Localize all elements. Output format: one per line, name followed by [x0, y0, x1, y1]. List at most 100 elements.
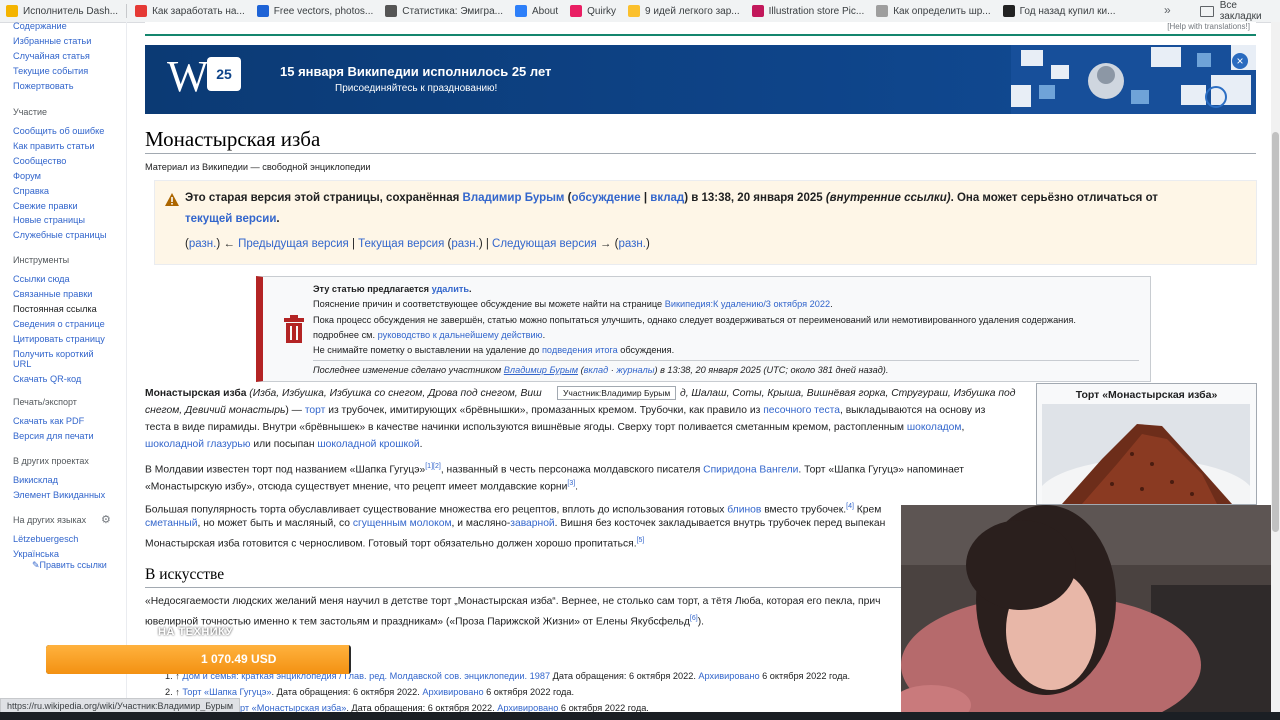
ref-link[interactable]: [1]	[425, 463, 433, 470]
sidebar-link[interactable]: Українська	[13, 549, 59, 559]
condensed-milk-link[interactable]: сгущенным молоком	[353, 518, 452, 529]
last-editor-link[interactable]: Владимир Бурым	[504, 365, 578, 375]
para2-line1: В Молдавии известен торт под названием «…	[145, 460, 964, 477]
favicon-icon	[6, 5, 18, 17]
sidebar-link[interactable]: Викисклад	[13, 475, 58, 485]
bookmark-item[interactable]: Как определить шр...	[870, 0, 996, 22]
sidebar-link[interactable]: Постоянная ссылка	[13, 304, 97, 314]
banner-title: 15 января Википедии исполнилось 25 лет	[280, 64, 552, 79]
scrollbar-thumb[interactable]	[1272, 132, 1279, 532]
sidebar-link[interactable]: Скачать как PDF	[13, 416, 84, 426]
custard-link[interactable]: заварной	[510, 518, 554, 529]
banner-subtitle[interactable]: Присоединяйтесь к празднованию!	[335, 83, 497, 94]
contrib-link[interactable]: вклад	[584, 365, 609, 375]
sidebar-link[interactable]: Получить короткий	[13, 349, 94, 359]
logs-link[interactable]: журналы	[616, 365, 654, 375]
sidebar-link[interactable]: Пожертвовать	[13, 81, 74, 91]
sour-cream-link[interactable]: сметанный	[145, 518, 197, 529]
reference-item: 2. ↑ Торт «Шапка Гугуцэ». Дата обращения…	[165, 687, 574, 697]
notice-text: .	[276, 213, 280, 225]
tort-link[interactable]: торт	[305, 405, 326, 416]
scrollbar[interactable]	[1271, 22, 1280, 712]
bookmark-item[interactable]: Quirky	[564, 0, 622, 22]
user-link[interactable]: Владимир Бурым	[463, 192, 565, 204]
favicon-icon	[515, 5, 527, 17]
edit-links-link[interactable]: ✎Править ссылки	[32, 560, 107, 571]
notice-italic: (внутренние ссылки)	[825, 192, 951, 204]
gear-icon[interactable]: ⚙	[101, 515, 112, 526]
sidebar-link[interactable]: Lëtzebuergesch	[13, 534, 78, 544]
chocolate-link[interactable]: шоколадом	[907, 422, 962, 433]
ref-source-link[interactable]: Торт «Шапка Гугуцэ»	[182, 687, 271, 697]
crumb-link[interactable]: шоколадной крошкой	[317, 439, 419, 450]
ref-link[interactable]: [5]	[637, 537, 645, 544]
sidebar-link[interactable]: Сообщить об ошибке	[13, 126, 104, 136]
writer-link[interactable]: Спиридона Вангели	[703, 464, 798, 475]
sidebar-link[interactable]: Версия для печати	[13, 431, 94, 441]
bookmark-label: Как определить шр...	[893, 5, 991, 17]
sidebar-link[interactable]: Справка	[13, 186, 49, 196]
talk-link[interactable]: обсуждение	[571, 192, 640, 204]
bookmark-item[interactable]: About	[509, 0, 564, 22]
bookmark-item[interactable]: Статистика: Эмигра...	[379, 0, 509, 22]
bookmark-item[interactable]: Исполнитель Dash...	[0, 0, 124, 22]
anniversary-banner[interactable]: W 25 15 января Википедии исполнилось 25 …	[145, 45, 1256, 114]
deletion-notice: Эту статью предлагается удалить. Пояснен…	[256, 276, 1151, 382]
sidebar-link[interactable]: Содержание	[13, 21, 67, 31]
sidebar-link[interactable]: Текущие события	[13, 66, 88, 76]
sidebar-link[interactable]: Свежие правки	[13, 201, 78, 211]
help-translations-link[interactable]: [Help with translations!]	[1167, 22, 1250, 31]
deletion-text: .	[542, 330, 546, 340]
bookmarks-overflow-button[interactable]: »	[1164, 3, 1171, 17]
bookmark-item[interactable]: Как заработать на...	[129, 0, 251, 22]
blini-link[interactable]: блинов	[727, 504, 761, 515]
ref-link[interactable]: [2]	[433, 463, 441, 470]
para3-line3: Монастырская изба готовится с черносливо…	[145, 534, 644, 551]
sidebar-link[interactable]: Цитировать страницу	[13, 334, 105, 344]
sidebar-link[interactable]: Избранные статьи	[13, 36, 91, 46]
bookmark-item[interactable]: Год назад купил ки...	[997, 0, 1122, 22]
deletion-text: .	[469, 284, 472, 294]
current-version-link[interactable]: текущей версии	[185, 213, 276, 225]
sidebar-link[interactable]: Форум	[13, 171, 41, 181]
ref-link[interactable]: [4]	[846, 503, 854, 510]
all-bookmarks-button[interactable]: Все закладки	[1200, 0, 1280, 22]
sidebar-link[interactable]: Сообщество	[13, 156, 66, 166]
sidebar-link[interactable]: Сведения о странице	[13, 319, 105, 329]
deletion-discussion-link[interactable]: Википедия:К удалению/3 октября 2022	[665, 299, 830, 309]
sidebar-link[interactable]: Ссылки сюда	[13, 274, 70, 284]
ref-link[interactable]: [6]	[690, 615, 698, 622]
sidebar-link[interactable]: Как править статьи	[13, 141, 95, 151]
contrib-link[interactable]: вклад	[650, 192, 684, 204]
archived-link[interactable]: Архивировано	[698, 671, 759, 681]
bookmark-item[interactable]: 9 идей легкого зар...	[622, 0, 746, 22]
close-icon[interactable]: ×	[1232, 53, 1248, 69]
next-version-link[interactable]: Следующая версия	[492, 238, 597, 250]
sidebar-link[interactable]: Служебные страницы	[13, 230, 107, 240]
sidebar-link[interactable]: Элемент Викиданных	[13, 490, 105, 500]
sidebar-link[interactable]: Связанные правки	[13, 289, 92, 299]
dough-link[interactable]: песочного теста	[763, 405, 840, 416]
sidebar-link[interactable]: URL	[13, 359, 31, 369]
sidebar-link[interactable]: Новые страницы	[13, 215, 85, 225]
bookmark-item[interactable]: Free vectors, photos...	[251, 0, 380, 22]
diff-link[interactable]: разн.	[189, 238, 216, 250]
glaze-link[interactable]: шоколадной глазурью	[145, 439, 250, 450]
sidebar-link[interactable]: Скачать QR-код	[13, 374, 81, 384]
sidebar-link[interactable]: Случайная статья	[13, 51, 90, 61]
bookmark-item[interactable]: Illustration store Pic...	[746, 0, 871, 22]
current-version-nav-link[interactable]: Текущая версия	[358, 238, 444, 250]
delete-link[interactable]: удалить	[432, 284, 469, 294]
guide-link[interactable]: руководство к дальнейшему действию	[378, 330, 543, 340]
diff-link[interactable]: разн.	[451, 238, 478, 250]
ref-link[interactable]: [3]	[567, 480, 575, 487]
cake-photo[interactable]	[1042, 404, 1250, 504]
result-link[interactable]: подведения итога	[542, 345, 618, 355]
body-text: Монастырская изба готовится с черносливо…	[145, 538, 637, 550]
diff-link[interactable]: разн.	[618, 238, 645, 250]
site-subtitle: Материал из Википедии — свободной энцикл…	[145, 162, 371, 172]
previous-version-link[interactable]: Предыдущая версия	[238, 238, 349, 250]
donation-amount: 1 070.49 USD	[201, 652, 277, 666]
archived-link[interactable]: Архивировано	[422, 687, 483, 697]
notice-text: . Она может серьёзно отличаться от	[950, 192, 1158, 204]
